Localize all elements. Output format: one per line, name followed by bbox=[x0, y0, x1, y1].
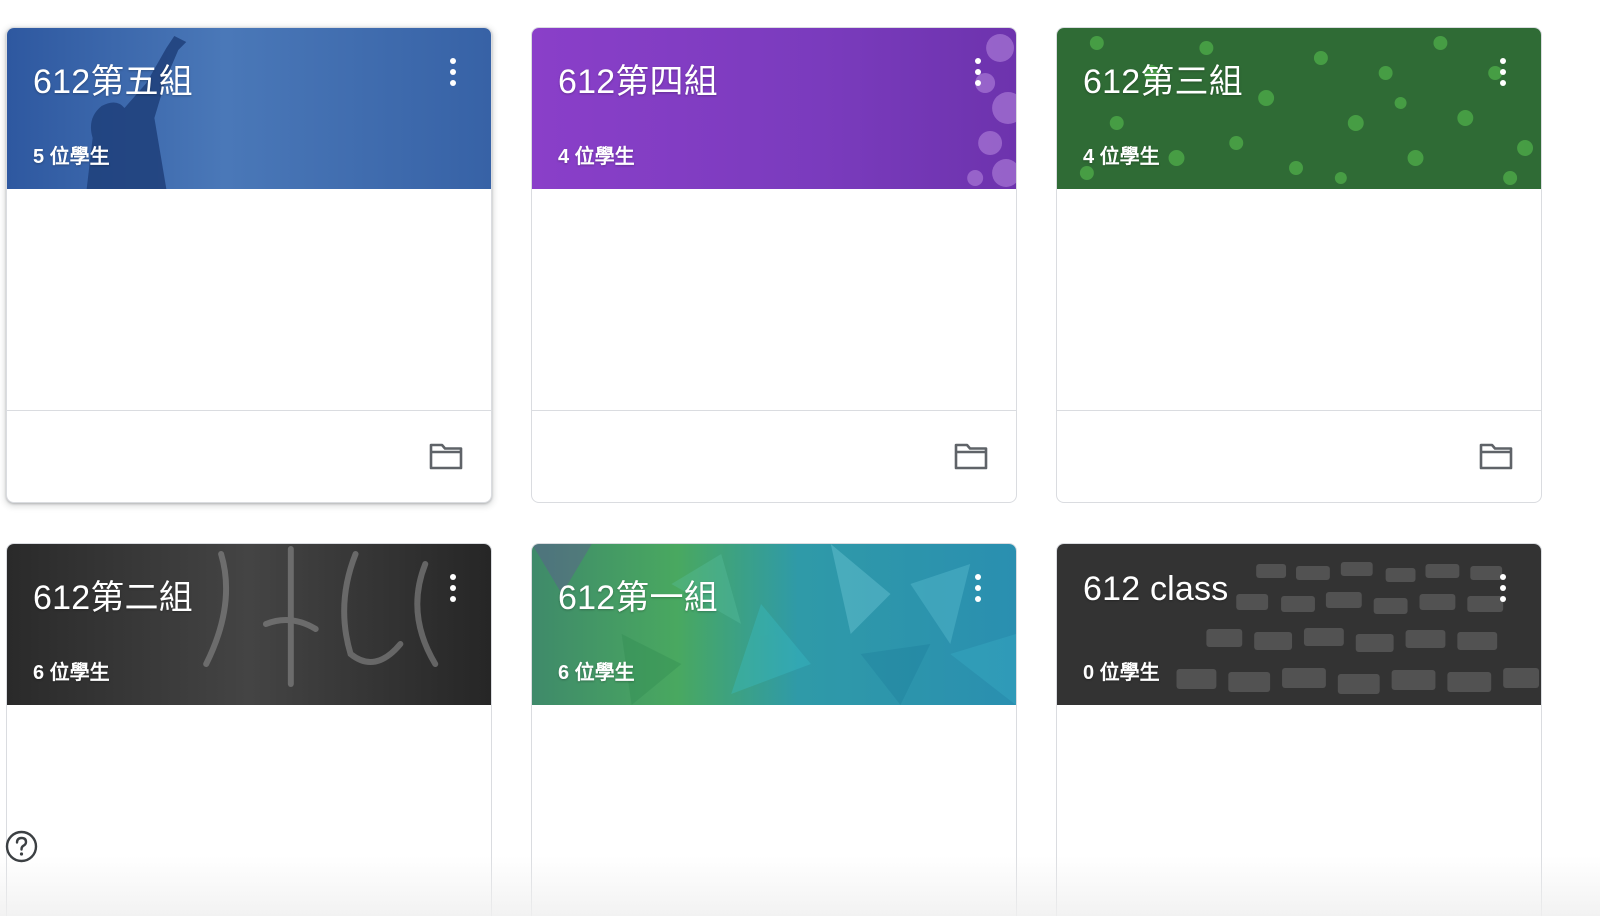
more-vert-icon[interactable] bbox=[964, 570, 992, 606]
more-vert-icon[interactable] bbox=[964, 54, 992, 90]
class-title[interactable]: 612第二組 bbox=[33, 570, 193, 619]
class-card-body bbox=[7, 705, 491, 916]
class-card-body bbox=[7, 189, 491, 411]
more-vert-icon[interactable] bbox=[1489, 570, 1517, 606]
class-card[interactable]: 612第三組 4 位學生 bbox=[1056, 27, 1542, 503]
class-card-banner[interactable]: 612第三組 4 位學生 bbox=[1057, 28, 1541, 189]
more-vert-icon[interactable] bbox=[439, 54, 467, 90]
class-card-footer bbox=[1057, 411, 1541, 502]
class-card[interactable]: 612第五組 5 位學生 bbox=[6, 27, 492, 503]
folder-icon[interactable] bbox=[954, 441, 988, 471]
class-card-grid: 612第五組 5 位學生 612第四組 4 位學生 612第三組 4 位學生 6… bbox=[0, 0, 1600, 916]
class-card[interactable]: 612第二組 6 位學生 bbox=[6, 543, 492, 916]
class-title[interactable]: 612 class bbox=[1083, 570, 1228, 609]
class-card[interactable]: 612第四組 4 位學生 bbox=[531, 27, 1017, 503]
help-icon[interactable] bbox=[5, 830, 38, 863]
class-card-banner[interactable]: 612第二組 6 位學生 bbox=[7, 544, 491, 705]
more-vert-icon[interactable] bbox=[439, 570, 467, 606]
class-title[interactable]: 612第三組 bbox=[1083, 54, 1243, 103]
class-title[interactable]: 612第一組 bbox=[558, 570, 718, 619]
class-card-banner[interactable]: 612第一組 6 位學生 bbox=[532, 544, 1016, 705]
class-title[interactable]: 612第四組 bbox=[558, 54, 718, 103]
student-count: 0 位學生 bbox=[1083, 662, 1160, 684]
more-vert-icon[interactable] bbox=[1489, 54, 1517, 90]
class-title[interactable]: 612第五組 bbox=[33, 54, 193, 103]
student-count: 5 位學生 bbox=[33, 146, 110, 168]
class-card-body bbox=[532, 705, 1016, 916]
class-card-footer bbox=[532, 411, 1016, 502]
class-card-body bbox=[1057, 189, 1541, 411]
folder-icon[interactable] bbox=[429, 441, 463, 471]
class-card-banner[interactable]: 612第五組 5 位學生 bbox=[7, 28, 491, 189]
class-card[interactable]: 612第一組 6 位學生 bbox=[531, 543, 1017, 916]
class-card[interactable]: 612 class 0 位學生 bbox=[1056, 543, 1542, 916]
folder-icon[interactable] bbox=[1479, 441, 1513, 471]
class-card-banner[interactable]: 612 class 0 位學生 bbox=[1057, 544, 1541, 705]
class-card-banner[interactable]: 612第四組 4 位學生 bbox=[532, 28, 1016, 189]
class-card-body bbox=[1057, 705, 1541, 916]
class-card-footer bbox=[7, 411, 491, 502]
student-count: 4 位學生 bbox=[558, 146, 635, 168]
class-card-body bbox=[532, 189, 1016, 411]
student-count: 4 位學生 bbox=[1083, 146, 1160, 168]
student-count: 6 位學生 bbox=[33, 662, 110, 684]
student-count: 6 位學生 bbox=[558, 662, 635, 684]
